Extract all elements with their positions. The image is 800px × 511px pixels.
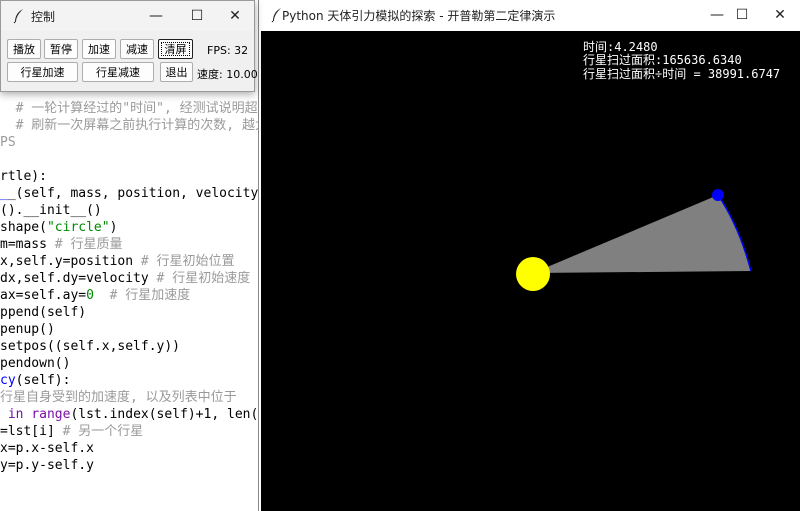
code-line: setpos((self.x,self.y))	[0, 338, 180, 355]
code-token: ppend(self)	[0, 305, 87, 320]
code-token: 0	[86, 288, 94, 303]
code-token: ().__init__()	[0, 203, 102, 218]
code-line: PS	[0, 134, 16, 151]
code-token: , len(l	[211, 407, 262, 422]
code-token: ax=self.ay=	[0, 288, 87, 303]
code-token: # 一轮计算经过的"时间", 经测试说明超	[15, 101, 258, 116]
planet-slow-down-button[interactable]: 行星减速	[82, 62, 154, 82]
swept-area-readout: 行星扫过面积:165636.6340	[583, 53, 742, 67]
minimize-button[interactable]: —	[135, 1, 177, 31]
code-token: )	[109, 220, 118, 235]
code-token: # 行星加速度	[109, 288, 191, 303]
code-line: m=mass # 行星质量	[0, 236, 122, 253]
simulation-window: Python 天体引力模拟的探索 - 开普勒第二定律演示 — ☐ ✕ 时间:4.…	[258, 0, 800, 511]
simulation-titlebar[interactable]: Python 天体引力模拟的探索 - 开普勒第二定律演示 — ☐ ✕	[259, 0, 800, 30]
close-button[interactable]: ✕	[214, 1, 256, 31]
code-line: rtle):	[0, 168, 47, 185]
code-line: in range(lst.index(self)+1, len(l	[0, 406, 262, 423]
code-token: cy	[0, 373, 16, 388]
code-token: m=mass	[0, 237, 55, 252]
code-line: # 刷新一次屏幕之前执行计算的次数, 越大	[0, 117, 262, 134]
code-line: dx,self.dy=velocity # 行星初始速度	[0, 270, 250, 287]
control-titlebar[interactable]: 控制 — ☐ ✕	[1, 1, 254, 31]
code-token: in	[0, 407, 32, 422]
code-token: (lst.index(self)+	[70, 407, 204, 422]
planet-speed-up-button[interactable]: 行星加速	[7, 62, 78, 82]
code-line: # 一轮计算经过的"时间", 经测试说明超	[0, 100, 258, 117]
code-line: __(self, mass, position, velocity	[0, 185, 258, 202]
code-token: # 行星质量	[54, 237, 123, 252]
maximize-button[interactable]: ☐	[176, 1, 218, 31]
code-token: pendown()	[0, 356, 71, 371]
feather-icon	[13, 9, 23, 24]
area-rate-readout: 行星扫过面积÷时间 = 38991.6747	[583, 67, 781, 81]
code-token: # 行星初始位置	[140, 254, 235, 269]
code-line: ().__init__()	[0, 202, 102, 219]
code-token: range	[31, 407, 71, 422]
code-token: x=p.x-self.x	[0, 441, 94, 456]
code-line: y=p.y-self.y	[0, 457, 94, 474]
simulation-scene	[516, 189, 752, 291]
code-token: (self):	[15, 373, 71, 388]
code-line: penup()	[0, 321, 55, 338]
play-button[interactable]: 播放	[7, 39, 41, 59]
sun	[516, 257, 550, 291]
swept-area	[533, 195, 751, 273]
code-token: # 刷新一次屏幕之前执行计算的次数, 越大	[15, 118, 262, 133]
code-token: shape(	[0, 220, 47, 235]
close-button[interactable]: ✕	[759, 0, 800, 30]
control-window: 控制 — ☐ ✕ 播放 暂停 加速 减速 清屏 FPS: 32 行星加速 行星减…	[0, 0, 258, 92]
code-line: x,self.y=position # 行星初始位置	[0, 253, 235, 270]
code-token: _(self, mass, position, velocity	[7, 186, 259, 201]
code-token: setpos((self.x,self.y))	[0, 339, 181, 354]
code-token: # 行星初始速度	[156, 271, 251, 286]
code-line: x=p.x-self.x	[0, 440, 94, 457]
code-token: "circle"	[46, 220, 110, 235]
simulation-window-title: Python 天体引力模拟的探索 - 开普勒第二定律演示	[282, 9, 556, 23]
pause-button[interactable]: 暂停	[44, 39, 78, 59]
code-token: # 另一个行星	[62, 424, 144, 439]
exit-button[interactable]: 退出	[160, 62, 193, 82]
code-line: shape("circle")	[0, 219, 117, 236]
code-line: ax=self.ay=0 # 行星加速度	[0, 287, 190, 304]
control-window-title: 控制	[31, 10, 56, 24]
code-token: rtle):	[0, 169, 47, 184]
code-token: x,self.y=position	[0, 254, 141, 269]
code-line: cy(self):	[0, 372, 70, 389]
code-line: =lst[i] # 另一个行星	[0, 423, 143, 440]
code-token: dx,self.dy=velocity	[0, 271, 157, 286]
code-token: PS	[0, 135, 16, 150]
code-token: =lst[i]	[0, 424, 63, 439]
code-line: 行星自身受到的加速度, 以及列表中位于	[0, 389, 237, 406]
simulation-canvas[interactable]: 时间:4.2480 行星扫过面积:165636.6340 行星扫过面积÷时间 =…	[261, 31, 800, 511]
code-token: penup()	[0, 322, 55, 337]
code-line: pendown()	[0, 355, 70, 372]
planet	[712, 189, 724, 201]
code-line: ppend(self)	[0, 304, 86, 321]
fps-label: FPS: 32	[207, 44, 249, 57]
code-token: 行星自身受到的加速度, 以及列表中位于	[0, 390, 237, 405]
speed-label: 速度: 10.00	[197, 68, 258, 81]
maximize-button[interactable]: ☐	[721, 0, 763, 30]
code-token: _	[0, 186, 8, 201]
clear-screen-button[interactable]: 清屏	[158, 39, 193, 59]
speed-up-button[interactable]: 加速	[82, 39, 116, 59]
code-token: y=p.y-self.y	[0, 458, 94, 473]
slow-down-button[interactable]: 减速	[120, 39, 154, 59]
